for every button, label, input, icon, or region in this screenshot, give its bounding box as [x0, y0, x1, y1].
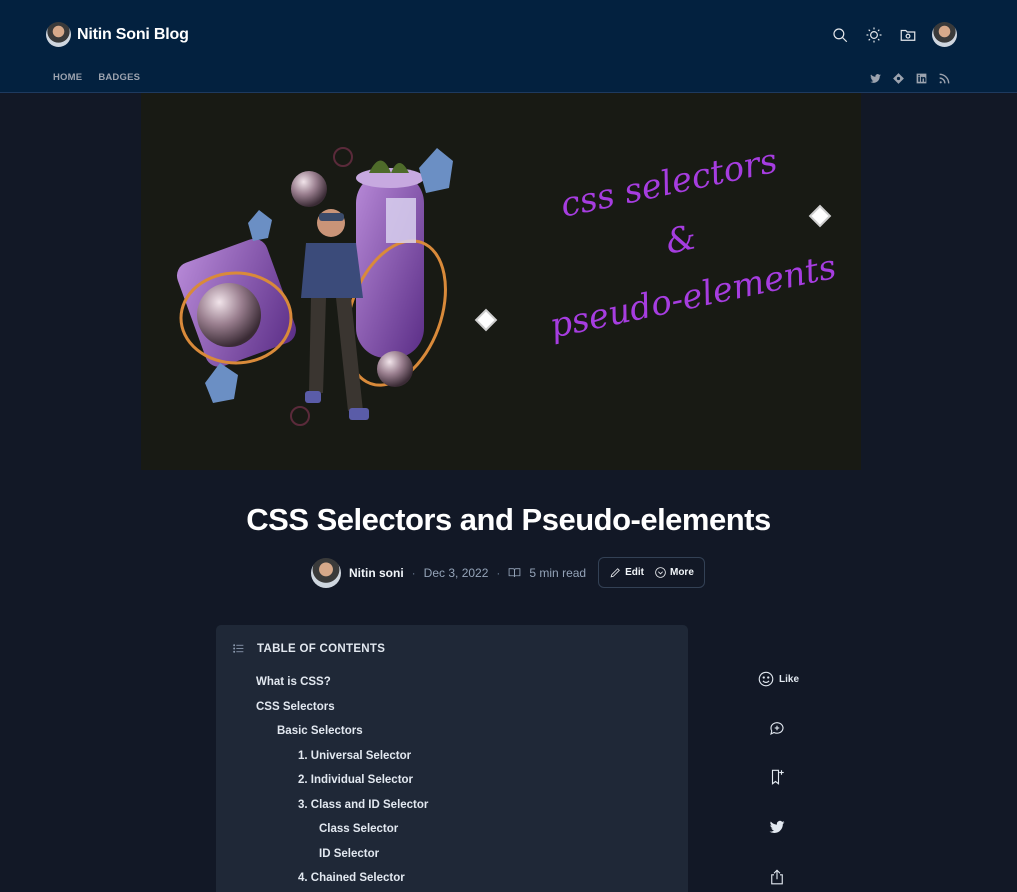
- main-nav: HOME BADGES: [53, 72, 140, 83]
- share-twitter-button[interactable]: [768, 818, 786, 836]
- comment-plus-icon: [770, 722, 784, 736]
- toc-item[interactable]: 2. Individual Selector: [256, 772, 428, 797]
- article-title: CSS Selectors and Pseudo-elements: [246, 502, 771, 537]
- site-header: Nitin Soni Blog HOME BADGES: [0, 0, 1017, 93]
- brand-name[interactable]: Nitin Soni Blog: [77, 26, 189, 44]
- brand[interactable]: Nitin Soni Blog: [46, 22, 189, 47]
- nav-home[interactable]: HOME: [53, 72, 82, 83]
- read-time: 5 min read: [529, 565, 587, 580]
- share-icon: [771, 869, 783, 885]
- social-links: [868, 71, 951, 85]
- cover-image: css selectors & pseudo-elements: [141, 93, 861, 470]
- twitter-icon[interactable]: [868, 71, 882, 85]
- folder-icon[interactable]: [898, 25, 918, 45]
- toc-item[interactable]: Class Selector: [256, 821, 428, 846]
- twitter-icon: [769, 820, 785, 833]
- toc-item[interactable]: 4. Chained Selector: [256, 870, 428, 892]
- toc-list: What is CSS? CSS Selectors Basic Selecto…: [256, 674, 428, 892]
- toc-heading: TABLE OF CONTENTS: [257, 642, 386, 655]
- meta-separator: ·: [411, 565, 416, 580]
- toc-item[interactable]: 1. Universal Selector: [256, 748, 428, 773]
- publish-date: Dec 3, 2022: [423, 565, 489, 580]
- brand-avatar: [46, 22, 71, 47]
- bookmark-plus-icon: [771, 769, 784, 785]
- chevron-down-circle-icon: [655, 567, 666, 578]
- hashnode-icon[interactable]: [891, 71, 905, 85]
- comment-button[interactable]: [768, 719, 786, 737]
- bookmark-button[interactable]: [768, 768, 786, 786]
- more-label: More: [669, 567, 694, 578]
- search-icon[interactable]: [830, 25, 850, 45]
- like-label: Like: [779, 673, 800, 685]
- sun-icon[interactable]: [864, 25, 884, 45]
- smiley-icon: [758, 671, 774, 687]
- edit-button[interactable]: Edit: [609, 566, 644, 579]
- toc-item[interactable]: 3. Class and ID Selector: [256, 797, 428, 822]
- author-avatar[interactable]: [311, 557, 341, 588]
- header-actions: [830, 22, 957, 47]
- rss-icon[interactable]: [937, 71, 951, 85]
- like-button[interactable]: Like: [757, 670, 799, 688]
- toc-header: TABLE OF CONTENTS: [232, 642, 385, 655]
- more-button[interactable]: More: [654, 566, 694, 579]
- toc-item[interactable]: Basic Selectors: [256, 723, 428, 748]
- book-icon: [509, 568, 521, 577]
- toc-item[interactable]: CSS Selectors: [256, 699, 428, 724]
- toc-item[interactable]: What is CSS?: [256, 674, 428, 699]
- linkedin-icon[interactable]: [914, 71, 928, 85]
- article-actions: Edit More: [598, 557, 705, 588]
- edit-label: Edit: [625, 567, 644, 578]
- table-of-contents: TABLE OF CONTENTS What is CSS? CSS Selec…: [216, 625, 688, 892]
- article-meta: Nitin soni · Dec 3, 2022 · 5 min read Ed…: [311, 557, 705, 588]
- profile-avatar[interactable]: [932, 22, 957, 47]
- nav-badges[interactable]: BADGES: [98, 72, 140, 83]
- meta-separator: ·: [496, 565, 501, 580]
- author-name[interactable]: Nitin soni: [349, 566, 404, 580]
- list-icon: [233, 644, 244, 653]
- toc-item[interactable]: ID Selector: [256, 846, 428, 871]
- share-button[interactable]: [768, 868, 786, 886]
- pencil-icon: [610, 568, 620, 578]
